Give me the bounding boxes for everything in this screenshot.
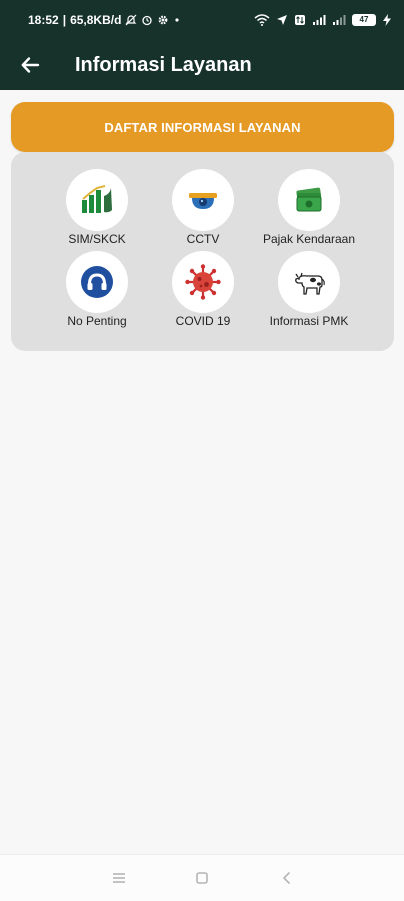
services-panel: SIM/SKCK CCTV Pajak Kendaraan No Penting… — [11, 152, 394, 351]
cow-icon — [278, 251, 340, 313]
gear-icon — [157, 14, 169, 26]
page-title: Informasi Layanan — [75, 53, 252, 76]
wifi-icon — [254, 14, 270, 26]
signal-icon — [332, 14, 346, 26]
status-right: 47 — [254, 14, 392, 26]
charging-icon — [382, 14, 392, 26]
service-sim-skck[interactable]: SIM/SKCK — [44, 169, 150, 247]
service-label: Pajak Kendaraan — [262, 232, 356, 246]
service-label: Informasi PMK — [269, 314, 349, 328]
phone-icon — [66, 251, 128, 313]
cctv-camera-icon — [172, 169, 234, 231]
status-left: 18:52 | 65,8KB/d — [28, 13, 181, 27]
status-bar: 18:52 | 65,8KB/d 47 — [0, 0, 404, 40]
virus-icon — [172, 251, 234, 313]
home-square-icon — [196, 872, 208, 884]
system-nav-bar — [0, 854, 404, 901]
recent-apps-button[interactable] — [103, 863, 135, 893]
license-card-icon — [66, 169, 128, 231]
back-button[interactable] — [10, 45, 50, 85]
location-icon — [276, 14, 288, 26]
service-cctv[interactable]: CCTV — [150, 169, 256, 247]
money-icon — [278, 169, 340, 231]
back-chevron-icon — [283, 872, 290, 884]
arrow-left-icon — [21, 57, 40, 73]
app-bar: Informasi Layanan — [0, 40, 404, 90]
service-pajak-kendaraan[interactable]: Pajak Kendaraan — [256, 169, 362, 247]
signal-icon — [312, 14, 326, 26]
service-informasi-pmk[interactable]: Informasi PMK — [256, 251, 362, 329]
daftar-informasi-layanan-button[interactable]: DAFTAR INFORMASI LAYANAN — [11, 102, 394, 152]
home-button[interactable] — [186, 863, 218, 893]
battery-icon: 47 — [352, 14, 376, 26]
data-icon — [294, 14, 306, 26]
service-covid-19[interactable]: COVID 19 — [150, 251, 256, 329]
status-separator: | — [62, 13, 67, 27]
status-network-speed: 65,8KB/d — [70, 13, 122, 27]
system-back-button[interactable] — [271, 863, 303, 893]
bell-off-icon — [125, 14, 137, 26]
status-time: 18:52 — [28, 13, 59, 27]
menu-icon — [113, 873, 125, 883]
alarm-icon — [141, 14, 153, 26]
service-no-penting[interactable]: No Penting — [44, 251, 150, 329]
dot-icon — [173, 16, 181, 24]
